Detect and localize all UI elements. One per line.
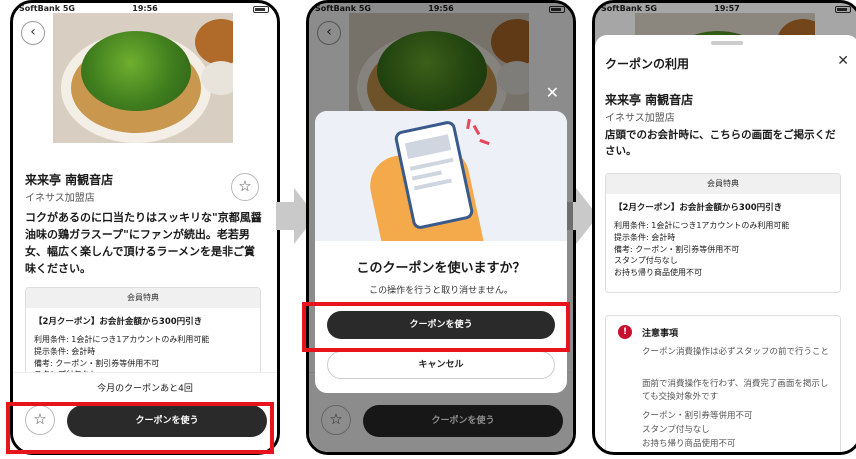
shop-name: 来来亭 南観音店: [605, 93, 694, 107]
battery-icon: [253, 6, 269, 13]
shop-branch: イネサス加盟店: [605, 113, 675, 124]
dialog-question: このクーポンを使いますか？: [356, 261, 526, 276]
status-bar: SoftBank 5G 19:56: [13, 3, 277, 17]
confirm-dialog: このクーポンを使いますか？ この操作を行うと取り消せません。 クーポンを使う キ…: [315, 111, 567, 393]
warning-icon: !: [618, 325, 632, 339]
ramen-photo: [53, 13, 233, 143]
note-line: お持ち帰り商品使用不可: [642, 439, 736, 449]
benefit-line: 提示条件: 会計時: [34, 346, 96, 356]
coupon-sheet: クーポンの利用 ✕ 来来亭 南観音店 イネサス加盟店 店頭でのお会計時に、こちら…: [595, 35, 856, 452]
use-coupon-button[interactable]: クーポンを使う: [67, 405, 267, 437]
notes-card: ! 注意事項 クーポン消費操作は必ずスタッフの前で行うこと 面前で消費操作を行わ…: [605, 315, 841, 452]
note-line: クーポン・割引券等併用不可: [642, 411, 753, 421]
bottom-bar: 今月のクーポンあと4回 ☆ クーポンを使う: [13, 372, 277, 452]
remaining-count: 今月のクーポンあと4回: [97, 384, 193, 394]
sheet-title: クーポンの利用: [605, 57, 690, 71]
close-icon[interactable]: ✕: [546, 83, 559, 102]
benefit-card: 会員特典 【2月クーポン】お会計金額から300円引き 利用条件: 1会計につき1…: [605, 173, 841, 293]
benefit-title: 【2月クーポン】お会計金額から300円引き: [34, 317, 203, 327]
notes-title: 注意事項: [642, 329, 679, 339]
benefit-title: 【2月クーポン】お会計金額から300円引き: [614, 203, 783, 213]
shop-name: 来来亭 南観音店: [25, 173, 114, 187]
note-line: スタンプ付与なし: [642, 425, 710, 435]
cancel-button[interactable]: キャンセル: [327, 351, 555, 379]
screen-coupon-use: SoftBank 5G 19:57 クーポンの利用 ✕ 来来亭 南観音店 イネサ…: [592, 0, 856, 455]
close-icon[interactable]: ✕: [837, 53, 849, 69]
hand-phone-illustration: [315, 111, 567, 241]
clock: 19:56: [132, 4, 158, 13]
note-line: クーポン消費操作は必ずスタッフの前で行うこと: [642, 347, 830, 357]
dialog-subtext: この操作を行うと取り消せません。: [369, 286, 513, 296]
benefit-line: 利用条件: 1会計につき1アカウントのみ利用可能: [614, 221, 790, 231]
benefit-header: 会員特典: [606, 174, 840, 194]
sheet-grab-handle[interactable]: [711, 41, 743, 45]
benefit-line: お持ち帰り商品使用不可: [614, 267, 702, 277]
benefit-header: 会員特典: [26, 288, 260, 308]
screen-shop-detail: SoftBank 5G 19:56 ‹ 来来亭 南観音店 イネサス加盟店 ☆ コ…: [10, 0, 280, 455]
benefit-line: 備考: クーポン・割引券等併用不可: [34, 358, 160, 368]
back-button[interactable]: ‹: [21, 21, 45, 45]
screen-confirm-dialog: SoftBank 5G 19:56 ‹ 今月のクーポンあと4回 ☆ クーポンを使…: [306, 0, 576, 455]
note-line: 面前で消費操作を行わず、消費完了画面を掲示しても交換対象外です: [642, 379, 829, 403]
benefit-line: 利用条件: 1会計につき1アカウントのみ利用可能: [34, 335, 210, 345]
confirm-use-coupon-button[interactable]: クーポンを使う: [327, 311, 555, 339]
sheet-instruction: 店頭でのお会計時に、こちらの画面をご掲示ください。: [605, 129, 836, 158]
favorite-star-icon[interactable]: ☆: [25, 405, 55, 435]
benefit-line: 提示条件: 会計時: [614, 232, 676, 242]
benefit-line: 備考: クーポン・割引券等併用不可: [614, 244, 740, 254]
favorite-star-icon[interactable]: ☆: [231, 173, 259, 201]
benefit-line: スタンプ付与なし: [614, 256, 678, 266]
shop-branch: イネサス加盟店: [25, 193, 95, 204]
shop-description: コクがあるのに口当たりはスッキリな"京都風醤油味の鶏ガラスープ"にファンが続出。…: [25, 211, 262, 276]
